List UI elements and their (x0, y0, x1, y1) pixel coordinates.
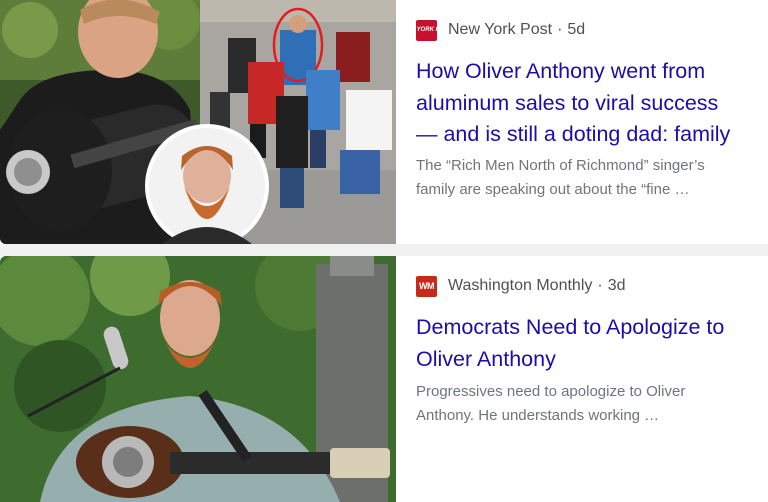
article-title-line: Oliver Anthony (416, 346, 556, 371)
article-title-link[interactable]: How Oliver Anthony went from aluminum sa… (416, 56, 768, 151)
snippet-line: The “Rich Men North of Richmond” singer’… (416, 157, 705, 174)
article-title-line: Democrats Need to Apologize to (416, 315, 725, 339)
article-source: NEW YORK POST New York Post · 5d (416, 19, 585, 41)
snippet-line: family are speaking out about the “fine … (416, 181, 690, 198)
article-title-link[interactable]: Democrats Need to Apologize to Oliver An… (416, 312, 768, 375)
article-title-line: How Oliver Anthony went from (416, 59, 706, 83)
thumbnail-photo-singer (0, 256, 396, 502)
new-york-post-logo-icon: NEW YORK POST (416, 19, 452, 41)
article-thumbnail[interactable] (0, 256, 396, 502)
article-age: 5d (567, 21, 586, 38)
article-snippet: Progressives need to apologize to Oliver… (416, 380, 768, 428)
separator-dot: · (557, 21, 563, 38)
card-divider (0, 244, 768, 256)
article-age: 3d (607, 277, 626, 294)
washington-monthly-logo-icon: WM (416, 275, 437, 297)
article-text: WM Washington Monthly · 3d Democrats Nee… (416, 256, 768, 502)
source-name: Washington Monthly (448, 277, 593, 294)
snippet-line: Progressives need to apologize to Oliver (416, 383, 686, 400)
article-thumbnail[interactable] (0, 0, 396, 244)
thumbnail-photo-collage (0, 0, 396, 244)
article-title-line: — and is still a doting dad: family (416, 122, 731, 146)
snippet-line: Anthony. He understands working … (416, 407, 660, 424)
source-name: New York Post (448, 21, 553, 38)
separator-dot: · (597, 277, 603, 294)
news-card-washington-monthly[interactable]: WM Washington Monthly · 3d Democrats Nee… (0, 256, 768, 502)
article-snippet: The “Rich Men North of Richmond” singer’… (416, 154, 768, 202)
article-source: WM Washington Monthly · 3d (416, 275, 626, 297)
article-title-line: aluminum sales to viral success (416, 90, 719, 115)
news-card-new-york-post[interactable]: NEW YORK POST New York Post · 5d How Oli… (0, 0, 768, 244)
article-text: NEW YORK POST New York Post · 5d How Oli… (416, 0, 768, 244)
